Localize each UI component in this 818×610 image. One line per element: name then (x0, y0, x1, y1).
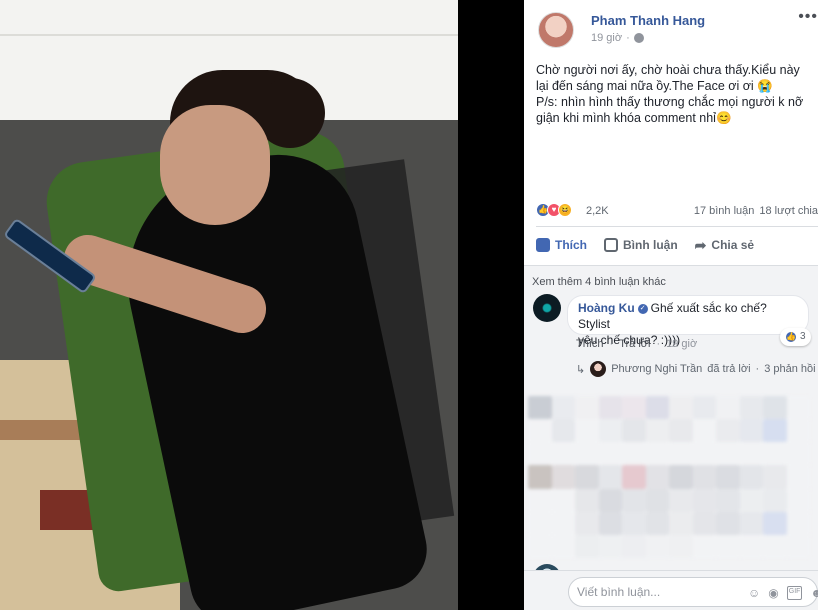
divider (536, 226, 818, 227)
shares-count[interactable]: 18 lượt chia (759, 205, 818, 217)
commenter-name[interactable]: Hoàng Ku (578, 301, 635, 315)
globe-icon (633, 33, 644, 43)
comment-like-badge[interactable]: 👍 3 (780, 328, 811, 346)
separator: · (656, 338, 661, 350)
comment-bubble: Hoàng Ku ✓ Ghế xuất sắc ko chế? Stylist yê… (567, 295, 809, 347)
photo-viewer-gap (458, 0, 524, 610)
reply-count: 3 phản hồi (764, 363, 816, 375)
composer-icons: ☺ ◉ GIF ☻ (748, 586, 818, 600)
reaction-icons[interactable]: 👍 ♥ 😆 (536, 203, 572, 217)
comment-like-count: 3 (800, 331, 806, 342)
post-text-line: P/s: nhìn hình thấy thương chắc mọi ngườ… (536, 95, 804, 109)
replies-summary[interactable]: ↳ Phương Nghi Trần đã trả lời · 3 phản h… (576, 361, 816, 377)
more-icon[interactable]: ••• (798, 8, 818, 26)
comment-actions: Thích · Trả lời · 19 giờ (576, 338, 697, 350)
comments-section: Xem thêm 4 bình luận khác Hoàng Ku ✓ Ghế x… (524, 266, 818, 592)
comment-reply-link[interactable]: Trả lời (619, 338, 650, 350)
photo-person-head (160, 105, 270, 225)
blurred-comment-area (528, 396, 810, 558)
post-meta: 19 giờ · (591, 32, 644, 44)
photo-wall-line (0, 34, 458, 36)
replier-avatar (590, 361, 607, 377)
post-text-line: lại đến sáng mai nữa ồy.The Face ơi ơi 😭 (536, 79, 773, 93)
reply-arrow-icon: ↳ (576, 363, 586, 376)
sticker-icon[interactable]: ☻ (810, 586, 818, 600)
comment-like-link[interactable]: Thích (576, 338, 604, 350)
verified-icon: ✓ (637, 303, 648, 314)
camera-icon[interactable]: ◉ (768, 586, 778, 600)
separator: · (609, 338, 614, 350)
reaction-count[interactable]: 2,2K (586, 205, 609, 217)
see-more-comments-link[interactable]: Xem thêm 4 bình luận khác (532, 276, 666, 288)
comment-icon (604, 238, 618, 252)
comment-composer: ☺ ◉ GIF ☻ (524, 570, 818, 610)
meta-separator: · (626, 32, 630, 44)
share-icon: ➦ (694, 236, 707, 253)
post-actions: Thích Bình luận ➦ Chia sẻ (536, 230, 818, 260)
like-button[interactable]: Thích (536, 238, 587, 252)
comment-label: Bình luận (623, 238, 678, 252)
replied-text: đã trả lời (707, 363, 751, 375)
replier-name: Phương Nghi Trần (611, 363, 703, 375)
post-stats: 17 bình luận 18 lượt chia (694, 205, 818, 217)
emoji-icon[interactable]: ☺ (748, 586, 760, 600)
post-sidebar: Pham Thanh Hang 19 giờ · ••• Chờ người n… (524, 0, 818, 610)
haha-reaction-icon: 😆 (558, 203, 572, 217)
post-text-line: giận khi mình khóa comment nhỉ😊 (536, 111, 732, 125)
like-reaction-icon: 👍 (785, 331, 797, 343)
like-label: Thích (555, 238, 587, 252)
like-icon (536, 238, 550, 252)
author-avatar[interactable] (538, 12, 574, 48)
share-label: Chia sẻ (711, 238, 755, 252)
gif-icon[interactable]: GIF (786, 586, 803, 600)
commenter-avatar[interactable] (533, 294, 561, 322)
post-text: Chờ người nơi ấy, chờ hoài chưa thấy.Kiể… (536, 62, 818, 126)
post-photo[interactable] (0, 0, 458, 610)
comments-count[interactable]: 17 bình luận (694, 205, 755, 217)
post-text-line: Chờ người nơi ấy, chờ hoài chưa thấy.Kiể… (536, 63, 800, 77)
reactions-bar: 👍 ♥ 😆 2,2K 17 bình luận 18 lượt chia (536, 202, 818, 222)
post-time[interactable]: 19 giờ (591, 32, 622, 44)
comment-time[interactable]: 19 giờ (666, 338, 697, 350)
post-header: Pham Thanh Hang 19 giờ · ••• (534, 8, 818, 52)
comment-button[interactable]: Bình luận (604, 238, 678, 252)
separator: · (755, 363, 760, 375)
share-button[interactable]: ➦ Chia sẻ (695, 237, 754, 254)
author-name[interactable]: Pham Thanh Hang (591, 13, 705, 28)
